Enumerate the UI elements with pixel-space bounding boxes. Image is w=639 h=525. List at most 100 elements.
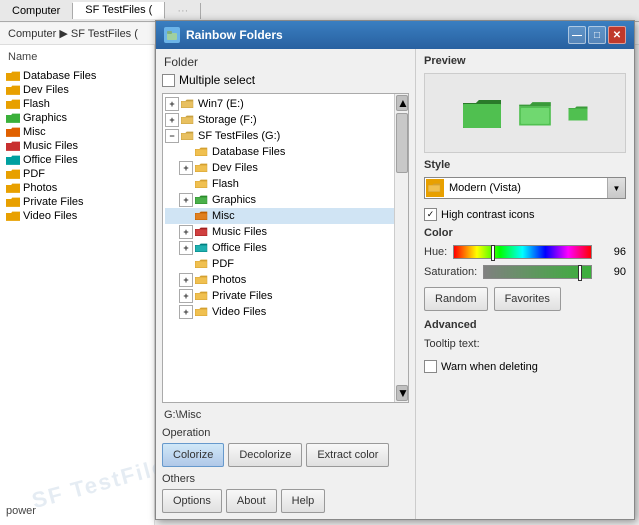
favorites-button[interactable]: Favorites <box>494 287 561 311</box>
tree-node-label: Database Files <box>212 146 285 158</box>
tree-expander-video[interactable]: + <box>179 305 193 319</box>
sat-thumb[interactable] <box>578 265 582 281</box>
preview-folder-medium <box>517 98 553 128</box>
color-label: Color <box>424 227 626 239</box>
style-select[interactable]: Modern (Vista) ▼ <box>424 177 626 199</box>
hue-label: Hue: <box>424 246 447 258</box>
tree-expander-storage[interactable]: + <box>165 113 179 127</box>
right-panel: Preview <box>416 49 634 519</box>
tree-expander-win7[interactable]: + <box>165 97 179 111</box>
tooltip-row: Tooltip text: <box>424 338 626 350</box>
tree-expander-sftestfiles[interactable]: − <box>165 129 179 143</box>
list-item[interactable]: Private Files <box>4 195 150 209</box>
high-contrast-label: High contrast icons <box>441 209 535 221</box>
list-item[interactable]: Flash <box>4 97 150 111</box>
others-section: Others Options About Help <box>162 473 409 513</box>
list-item[interactable]: Misc <box>4 125 150 139</box>
tree-node-label: Win7 (E:) <box>198 98 244 110</box>
list-item[interactable]: Dev Files <box>4 83 150 97</box>
dialog-body: Folder Multiple select + Win7 (E:) + St <box>156 49 634 519</box>
tree-expander-devfiles[interactable]: + <box>179 161 193 175</box>
tree-expander-graphics[interactable]: + <box>179 193 193 207</box>
multiple-select-label: Multiple select <box>179 73 255 87</box>
help-button[interactable]: Help <box>281 489 326 513</box>
tree-node-private[interactable]: + Private Files <box>165 288 406 304</box>
folder-tree[interactable]: + Win7 (E:) + Storage (F:) − SF TestFile… <box>162 93 409 403</box>
warn-row: Warn when deleting <box>424 360 626 373</box>
bg-tab-computer[interactable]: Computer <box>0 3 73 19</box>
scrollbar-thumb[interactable] <box>396 113 408 173</box>
scrollbar-down-arrow[interactable]: ▼ <box>396 385 408 401</box>
tree-node-win7[interactable]: + Win7 (E:) <box>165 96 406 112</box>
tree-node-label: Private Files <box>212 290 273 302</box>
colorize-button[interactable]: Colorize <box>162 443 224 467</box>
tree-node-music[interactable]: + Music Files <box>165 224 406 240</box>
tree-node-office[interactable]: + Office Files <box>165 240 406 256</box>
operation-label: Operation <box>162 427 409 439</box>
high-contrast-checkbox[interactable]: ✓ <box>424 208 437 221</box>
hue-thumb[interactable] <box>491 245 495 261</box>
maximize-button[interactable]: □ <box>588 26 606 44</box>
tree-node-database[interactable]: Database Files <box>165 144 406 160</box>
multiple-select-checkbox[interactable] <box>162 74 175 87</box>
list-item[interactable]: Database Files <box>4 69 150 83</box>
tree-node-label: Flash <box>212 178 239 190</box>
others-buttons: Options About Help <box>162 489 409 513</box>
hue-value: 96 <box>598 246 626 258</box>
folder-header: Folder <box>162 55 409 69</box>
close-button[interactable]: ✕ <box>608 26 626 44</box>
tree-node-devfiles[interactable]: + Dev Files <box>165 160 406 176</box>
preview-section <box>424 73 626 153</box>
about-button[interactable]: About <box>226 489 277 513</box>
sat-slider[interactable] <box>483 265 592 279</box>
tree-node-pdf[interactable]: PDF <box>165 256 406 272</box>
preview-label: Preview <box>424 55 626 67</box>
tree-item-label: Music Files <box>23 140 78 152</box>
tree-expander-music[interactable]: + <box>179 225 193 239</box>
tree-node-flash[interactable]: Flash <box>165 176 406 192</box>
tree-node-misc[interactable]: Misc <box>165 208 406 224</box>
style-value: Modern (Vista) <box>445 182 607 194</box>
list-item[interactable]: PDF <box>4 167 150 181</box>
others-label: Others <box>162 473 409 485</box>
list-item[interactable]: Photos <box>4 181 150 195</box>
titlebar-controls: — □ ✕ <box>568 26 626 44</box>
warn-label: Warn when deleting <box>441 361 538 373</box>
decolorize-button[interactable]: Decolorize <box>228 443 302 467</box>
scrollbar-up-arrow[interactable]: ▲ <box>396 95 408 111</box>
tree-node-graphics[interactable]: + Graphics <box>165 192 406 208</box>
tree-expander-private[interactable]: + <box>179 289 193 303</box>
power-label: power <box>6 505 36 517</box>
tree-node-label: Video Files <box>212 306 266 318</box>
tree-node-photos[interactable]: + Photos <box>165 272 406 288</box>
tree-expander-office[interactable]: + <box>179 241 193 255</box>
tooltip-label: Tooltip text: <box>424 338 480 350</box>
warn-checkbox[interactable] <box>424 360 437 373</box>
options-button[interactable]: Options <box>162 489 222 513</box>
list-item[interactable]: Video Files <box>4 209 150 223</box>
tree-node-label: Misc <box>212 210 235 222</box>
style-label: Style <box>424 159 626 171</box>
random-button[interactable]: Random <box>424 287 488 311</box>
hue-slider[interactable] <box>453 245 592 259</box>
tree-node-sftestfiles[interactable]: − SF TestFiles (G:) <box>165 128 406 144</box>
tree-node-storage[interactable]: + Storage (F:) <box>165 112 406 128</box>
tree-item-label: Photos <box>23 182 57 194</box>
tree-item-label: Private Files <box>23 196 84 208</box>
list-item[interactable]: Graphics <box>4 111 150 125</box>
minimize-button[interactable]: — <box>568 26 586 44</box>
bg-tree-header: Name <box>4 51 150 63</box>
style-dropdown-arrow[interactable]: ▼ <box>607 178 625 198</box>
tree-node-label: SF TestFiles (G:) <box>198 130 280 142</box>
extract-color-button[interactable]: Extract color <box>306 443 389 467</box>
tree-item-label: Misc <box>23 126 46 138</box>
bg-tab-sftestfiles[interactable]: SF TestFiles ( <box>73 2 165 19</box>
tree-node-label: Graphics <box>212 194 256 206</box>
list-item[interactable]: Office Files <box>4 153 150 167</box>
sat-value: 90 <box>598 266 626 278</box>
tree-node-video[interactable]: + Video Files <box>165 304 406 320</box>
hue-row: Hue: 96 <box>424 245 626 259</box>
tree-expander-photos[interactable]: + <box>179 273 193 287</box>
list-item[interactable]: Music Files <box>4 139 150 153</box>
tree-scrollbar[interactable]: ▲ ▼ <box>394 94 408 402</box>
